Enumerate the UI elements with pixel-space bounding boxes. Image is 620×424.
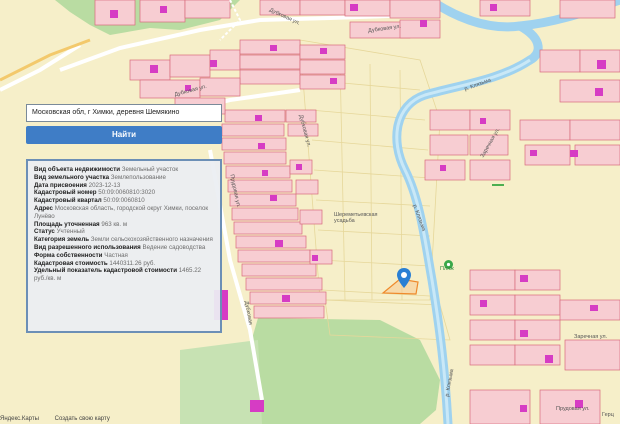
info-row-permitted-use: Вид разрешенного использования Ведение с… [34,243,206,251]
info-row-cadastral-quarter: Кадастровый квартал 50:09:0060810 [34,197,145,205]
find-button[interactable]: Найти [26,126,222,144]
address-search-input[interactable]: Московская обл, г Химки, деревня Шемякин… [26,104,222,122]
yandex-maps-link[interactable]: Яндекс.Карты [0,416,39,422]
map-footer: Яндекс.Карты Создать свою карту [0,416,124,422]
info-row-unit-value: Удельный показатель кадастровой стоимост… [34,267,202,283]
info-row-status: Статус Учтенный [34,228,85,236]
street-label: Прудовая ул. [556,406,590,412]
info-row-land-category: Категория земель Земли сельскохозяйствен… [34,236,213,244]
info-row-object-type: Вид объекта недвижимости Земельный участ… [34,166,179,173]
parcel-info-panel: Вид объекта недвижимости Земельный участ… [26,159,222,333]
info-row-area: Площадь уточненная 963 кв. м [34,220,128,228]
green-bar [492,184,504,186]
location-pin-icon[interactable] [397,268,411,293]
street-label: Герц [602,412,614,418]
estate-label: Шереметьевская усадьба [334,212,378,224]
info-row-ownership: Форма собственности Частная [34,251,128,259]
street-label: Заречная ул. [574,334,608,340]
info-row-date: Дата присвоения 2023-12-13 [34,181,121,189]
info-row-cadastral-value: Кадастровая стоимость 1440311.26 руб. [34,259,156,267]
create-map-link[interactable]: Создать свою карту [55,416,110,422]
info-row-parcel-type: Вид земельного участка Землепользование [34,173,166,181]
poi-label: Пляж [440,266,454,272]
info-row-cadastral-number: Кадастровый номер 50:09:0060810:3020 [34,189,156,197]
info-row-address: Адрес Московская область, городской окру… [34,204,209,220]
